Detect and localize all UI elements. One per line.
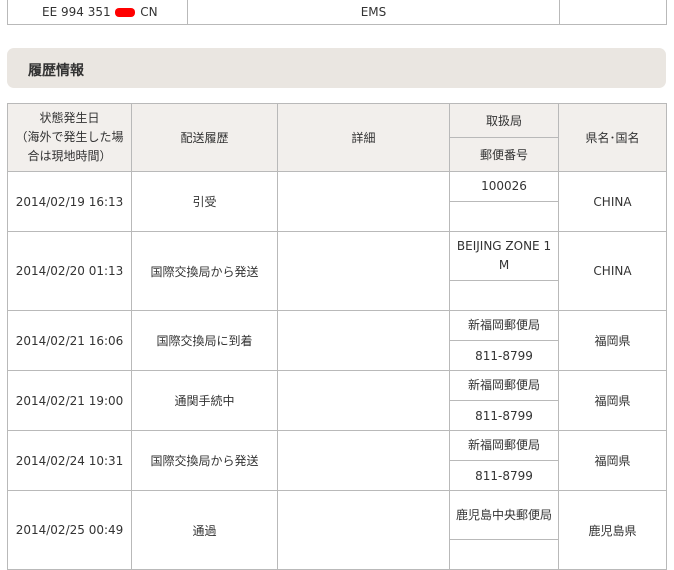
col-postal-header: 郵便番号 — [449, 137, 559, 172]
cell-detail — [277, 171, 450, 232]
cell-date: 2014/02/21 19:00 — [7, 370, 132, 431]
cell-office: 新福岡郵便局 — [449, 310, 559, 341]
col-region-header: 県名･国名 — [558, 103, 667, 172]
cell-date: 2014/02/25 00:49 — [7, 490, 132, 570]
cell-region: 鹿児島県 — [558, 490, 667, 570]
cell-date: 2014/02/21 16:06 — [7, 310, 132, 371]
cell-history: 国際交換局から発送 — [131, 231, 278, 311]
cell-history: 通関手続中 — [131, 370, 278, 431]
cell-region: CHINA — [558, 231, 667, 311]
summary-table: EE 994 351 CN EMS — [7, 0, 667, 25]
header-row: 状態発生日 （海外で発生した場 合は現地時間） 配送履歴 詳細 取扱局 県名･国… — [7, 103, 667, 172]
table-row: 2014/02/24 10:31 国際交換局から発送 新福岡郵便局 福岡県 — [7, 430, 667, 491]
cell-date: 2014/02/19 16:13 — [7, 171, 132, 232]
col-office-header: 取扱局 — [449, 103, 559, 138]
redaction-mark — [115, 7, 136, 17]
tracking-number-suffix: CN — [140, 4, 158, 19]
col-date-line1: 状態発生日 — [39, 111, 100, 125]
cell-detail — [277, 370, 450, 431]
cell-office: 新福岡郵便局 — [449, 430, 559, 461]
col-date-header: 状態発生日 （海外で発生した場 合は現地時間） — [7, 103, 132, 172]
table-row: 2014/02/19 16:13 引受 100026 CHINA — [7, 171, 667, 232]
cell-history: 国際交換局から発送 — [131, 430, 278, 491]
cell-region: CHINA — [558, 171, 667, 232]
table-row: 2014/02/20 01:13 国際交換局から発送 BEIJING ZONE … — [7, 231, 667, 311]
summary-row: EE 994 351 CN EMS — [7, 0, 667, 25]
tracking-number-cell: EE 994 351 CN — [7, 0, 188, 25]
service-cell: EMS — [187, 0, 560, 25]
cell-region: 福岡県 — [558, 370, 667, 431]
cell-office: 鹿児島中央郵便局 — [449, 490, 559, 540]
cell-detail — [277, 430, 450, 491]
cell-postal — [449, 201, 559, 232]
tracking-number-prefix: EE 994 351 — [42, 4, 111, 19]
cell-region: 福岡県 — [558, 430, 667, 491]
cell-postal — [449, 539, 559, 570]
section-title: 履歴情報 — [28, 63, 84, 79]
cell-detail — [277, 490, 450, 570]
history-table: 状態発生日 （海外で発生した場 合は現地時間） 配送履歴 詳細 取扱局 県名･国… — [7, 103, 667, 570]
col-history-header: 配送履歴 — [131, 103, 278, 172]
cell-history: 引受 — [131, 171, 278, 232]
col-date-line2: （海外で発生した場 — [15, 130, 124, 144]
col-detail-header: 詳細 — [277, 103, 450, 172]
summary-empty-cell — [559, 0, 667, 25]
cell-office: 100026 — [449, 171, 559, 202]
table-row: 2014/02/21 19:00 通関手続中 新福岡郵便局 福岡県 — [7, 370, 667, 431]
cell-postal: 811-8799 — [449, 400, 559, 431]
table-row: 2014/02/25 00:49 通過 鹿児島中央郵便局 鹿児島県 — [7, 490, 667, 570]
cell-postal: 811-8799 — [449, 460, 559, 491]
cell-detail — [277, 310, 450, 371]
table-row: 2014/02/21 16:06 国際交換局に到着 新福岡郵便局 福岡県 — [7, 310, 667, 371]
cell-office: BEIJING ZONE 1 M — [449, 231, 559, 281]
cell-date: 2014/02/20 01:13 — [7, 231, 132, 311]
cell-history: 国際交換局に到着 — [131, 310, 278, 371]
cell-postal — [449, 280, 559, 311]
cell-date: 2014/02/24 10:31 — [7, 430, 132, 491]
cell-region: 福岡県 — [558, 310, 667, 371]
cell-office: 新福岡郵便局 — [449, 370, 559, 401]
cell-postal: 811-8799 — [449, 340, 559, 371]
section-header: 履歴情報 — [7, 48, 666, 88]
cell-detail — [277, 231, 450, 311]
col-date-line3: 合は現地時間） — [27, 149, 112, 163]
cell-history: 通過 — [131, 490, 278, 570]
